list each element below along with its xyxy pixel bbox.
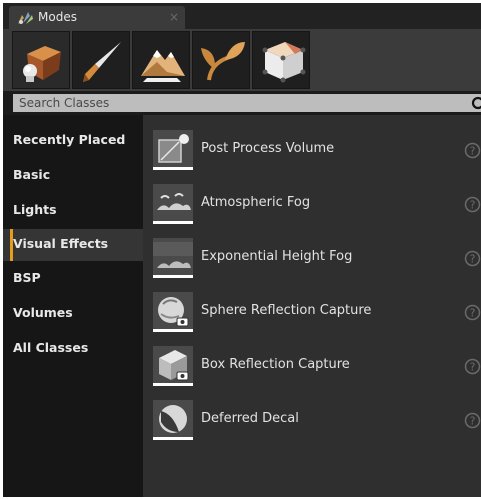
- item-label: Sphere Reflection Capture: [201, 303, 372, 318]
- paint-mode-button[interactable]: [72, 31, 130, 89]
- category-label: All Classes: [13, 340, 89, 355]
- post-process-volume-icon: [153, 130, 193, 170]
- category-sidebar: Recently Placed Basic Lights Visual Effe…: [3, 115, 143, 497]
- search-input[interactable]: [13, 94, 453, 112]
- help-icon[interactable]: ?: [464, 412, 481, 429]
- paint-brush-icon: [83, 42, 121, 82]
- help-icon[interactable]: ?: [464, 142, 481, 159]
- modes-panel: Modes × Search Classes Recently Placed B…: [3, 3, 481, 497]
- help-icon[interactable]: ?: [464, 196, 481, 213]
- tab-modes[interactable]: Modes ×: [9, 6, 185, 29]
- box-reflection-capture-icon: [153, 346, 193, 386]
- cube-sphere-icon: [23, 46, 61, 82]
- list-item-atmospheric-fog[interactable]: Atmospheric Fog ?: [143, 178, 481, 232]
- item-label: Post Process Volume: [201, 141, 335, 156]
- list-item-sphere-reflection-capture[interactable]: Sphere Reflection Capture ?: [143, 286, 481, 340]
- category-bsp[interactable]: BSP: [3, 263, 143, 295]
- list-item-deferred-decal[interactable]: Deferred Decal ?: [143, 394, 481, 448]
- list-item-box-reflection-capture[interactable]: Box Reflection Capture ?: [143, 340, 481, 394]
- mountain-icon: [141, 50, 185, 82]
- geometry-edit-mode-button[interactable]: [252, 31, 310, 89]
- svg-text:?: ?: [470, 415, 476, 428]
- category-label: Lights: [13, 202, 57, 217]
- close-icon[interactable]: ×: [169, 9, 179, 25]
- svg-text:?: ?: [470, 361, 476, 374]
- svg-text:?: ?: [470, 307, 476, 320]
- category-lights[interactable]: Lights: [3, 195, 143, 227]
- category-label: BSP: [13, 270, 41, 285]
- help-icon[interactable]: ?: [464, 304, 481, 321]
- foliage-mode-button[interactable]: [192, 31, 250, 89]
- search-icon[interactable]: [471, 96, 481, 112]
- item-label: Deferred Decal: [201, 411, 299, 426]
- sphere-reflection-capture-icon: [153, 292, 193, 332]
- category-visual-effects[interactable]: Visual Effects: [3, 229, 143, 261]
- deferred-decal-icon: [153, 400, 193, 440]
- category-label: Basic: [13, 167, 51, 182]
- item-label: Box Reflection Capture: [201, 357, 350, 372]
- box-edit-icon: [262, 42, 306, 83]
- atmospheric-fog-icon: [153, 184, 193, 224]
- item-label: Exponential Height Fog: [201, 249, 353, 264]
- list-item-post-process-volume[interactable]: Post Process Volume ?: [143, 124, 481, 178]
- help-icon[interactable]: ?: [464, 358, 481, 375]
- item-label: Atmospheric Fog: [201, 195, 311, 210]
- category-all-classes[interactable]: All Classes: [3, 333, 143, 365]
- svg-text:?: ?: [470, 199, 476, 212]
- place-mode-button[interactable]: [12, 31, 70, 89]
- category-volumes[interactable]: Volumes: [3, 298, 143, 330]
- modes-icon: [18, 12, 33, 24]
- help-icon[interactable]: ?: [464, 250, 481, 267]
- category-label: Volumes: [13, 305, 73, 320]
- mode-toolbar: [3, 29, 481, 91]
- landscape-mode-button[interactable]: [132, 31, 190, 89]
- exponential-height-fog-icon: [153, 238, 193, 278]
- class-list: Post Process Volume ? Atmospheric Fog ? …: [143, 115, 481, 497]
- category-recently-placed[interactable]: Recently Placed: [3, 125, 143, 157]
- category-label: Visual Effects: [13, 236, 109, 251]
- leaf-icon: [201, 42, 245, 81]
- tab-title: Modes: [38, 10, 77, 24]
- category-label: Recently Placed: [13, 132, 126, 147]
- svg-text:?: ?: [470, 253, 476, 266]
- search-box: [13, 94, 481, 112]
- tab-bar: Modes ×: [3, 3, 481, 29]
- list-item-exponential-height-fog[interactable]: Exponential Height Fog ?: [143, 232, 481, 286]
- svg-text:?: ?: [470, 145, 476, 158]
- category-basic[interactable]: Basic: [3, 160, 143, 192]
